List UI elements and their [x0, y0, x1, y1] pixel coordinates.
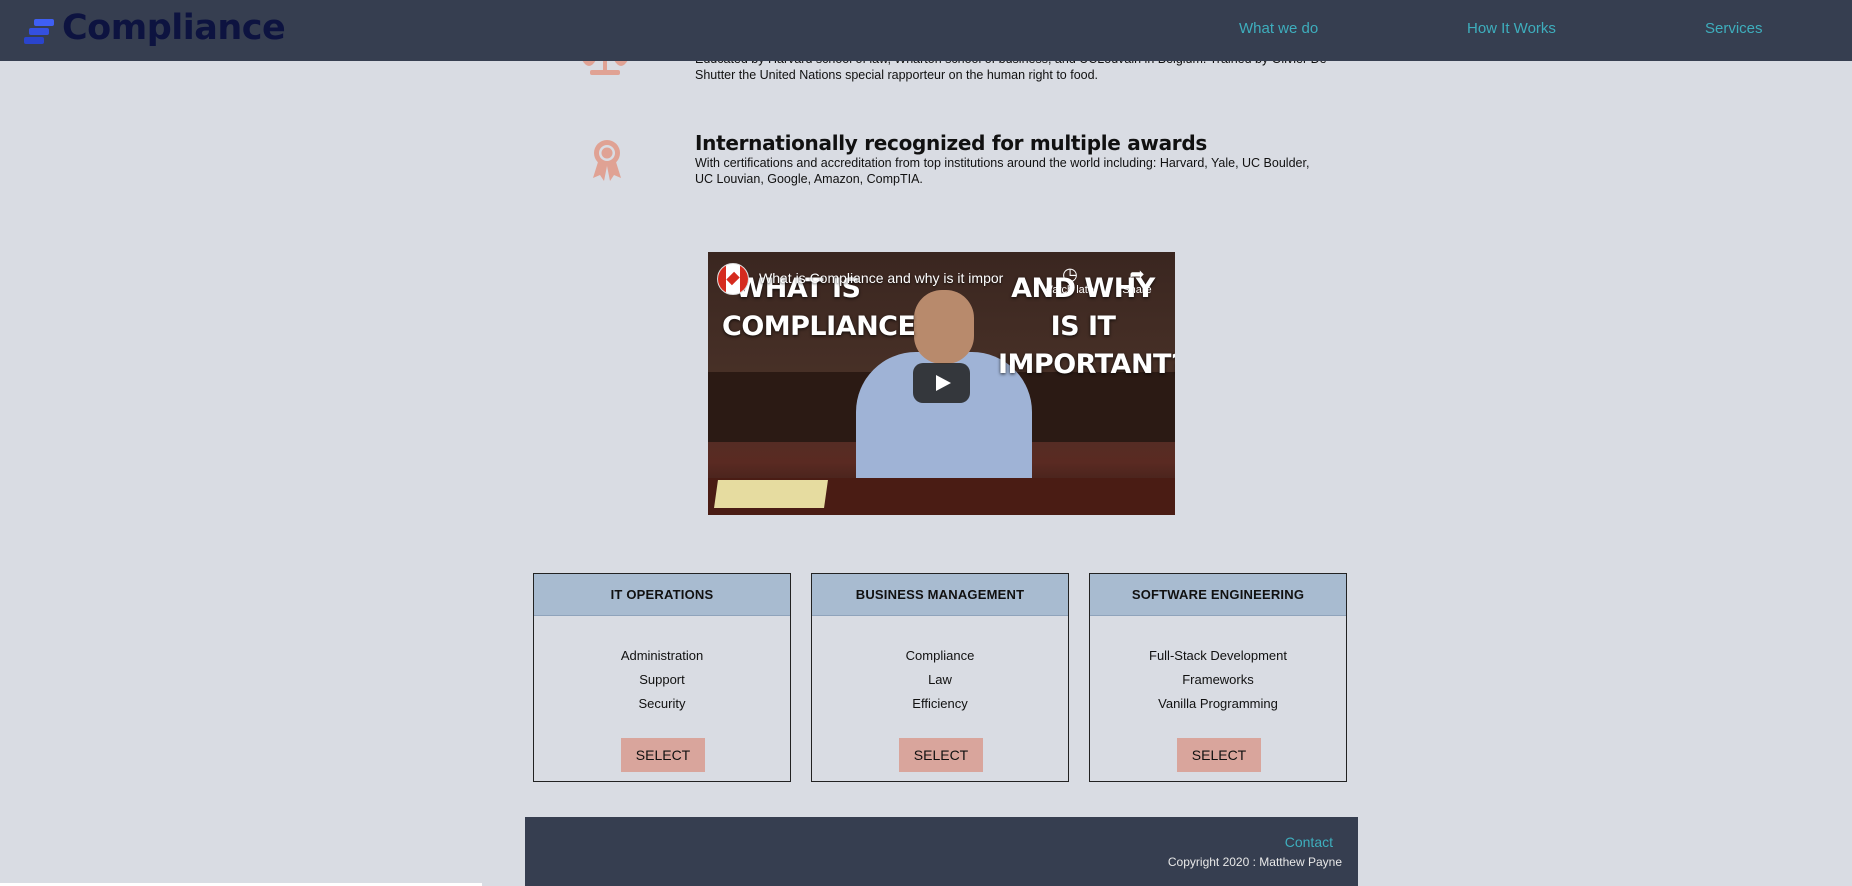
- card-item-list: Compliance Law Efficiency: [812, 644, 1068, 716]
- select-button[interactable]: SELECT: [899, 738, 983, 772]
- list-item: Administration: [620, 648, 704, 663]
- site-footer: Contact Copyright 2020 : Matthew Payne: [525, 817, 1358, 886]
- watch-later-label: Watch later: [1042, 284, 1098, 296]
- card-title: IT OPERATIONS: [534, 574, 790, 616]
- video-title[interactable]: What is Compliance and why is it impor: [759, 270, 1003, 286]
- feature-text-line: Shutter the United Nations special rappo…: [695, 68, 1099, 82]
- nav-what-we-do[interactable]: What we do: [1239, 20, 1318, 37]
- logo-text: Compliance: [62, 8, 286, 48]
- card-item-list: Administration Support Security: [534, 644, 790, 716]
- feature-text-line: With certifications and accreditation fr…: [695, 156, 1310, 170]
- select-button[interactable]: SELECT: [621, 738, 705, 772]
- video-overlay-line: IMPORTANT?: [998, 349, 1175, 380]
- share-button[interactable]: ➦ Share: [1107, 264, 1167, 296]
- channel-avatar-icon[interactable]: [717, 263, 749, 295]
- video-frame-paper: [714, 480, 828, 508]
- list-item: Efficiency: [912, 696, 968, 711]
- card-title: BUSINESS MANAGEMENT: [812, 574, 1068, 616]
- list-item: Support: [639, 672, 685, 687]
- list-item: Compliance: [905, 648, 975, 663]
- video-player[interactable]: WHAT IS COMPLIANCE AND WHY IS IT IMPORTA…: [708, 252, 1175, 515]
- list-item: Law: [928, 672, 952, 687]
- list-item: Frameworks: [1182, 672, 1254, 687]
- nav-how-it-works[interactable]: How It Works: [1467, 20, 1556, 37]
- video-frame-person-head: [914, 290, 974, 364]
- feature-title-awards: Internationally recognized for multiple …: [695, 131, 1207, 155]
- card-title: SOFTWARE ENGINEERING: [1090, 574, 1346, 616]
- service-card-business-management: BUSINESS MANAGEMENT Compliance Law Effic…: [811, 573, 1069, 782]
- service-card-software-engineering: SOFTWARE ENGINEERING Full-Stack Developm…: [1089, 573, 1347, 782]
- service-card-it-operations: IT OPERATIONS Administration Support Sec…: [533, 573, 791, 782]
- list-item: Security: [638, 696, 686, 711]
- list-item: Full-Stack Development: [1149, 648, 1287, 663]
- feature-text-awards: With certifications and accreditation fr…: [695, 155, 1355, 187]
- site-header: Compliance What we do How It Works Servi…: [0, 0, 1852, 61]
- list-item: Vanilla Programming: [1158, 696, 1278, 711]
- share-label: Share: [1122, 284, 1152, 296]
- watch-later-button[interactable]: ◷ Watch later: [1040, 264, 1100, 296]
- card-item-list: Full-Stack Development Frameworks Vanill…: [1090, 644, 1346, 716]
- clock-icon: ◷: [1062, 264, 1078, 284]
- logo-icon: [24, 13, 54, 44]
- logo[interactable]: Compliance: [24, 8, 286, 48]
- video-overlay-line: COMPLIANCE: [722, 311, 916, 342]
- play-button[interactable]: [913, 363, 970, 403]
- copyright-text: Copyright 2020 : Matthew Payne: [1167, 855, 1342, 869]
- feature-text-line: UC Louvian, Google, Amazon, CompTIA.: [695, 172, 923, 186]
- award-ribbon-icon: [593, 140, 621, 181]
- contact-link[interactable]: Contact: [1285, 834, 1333, 850]
- select-button[interactable]: SELECT: [1177, 738, 1261, 772]
- nav-services[interactable]: Services: [1705, 20, 1763, 37]
- share-icon: ➦: [1129, 264, 1145, 284]
